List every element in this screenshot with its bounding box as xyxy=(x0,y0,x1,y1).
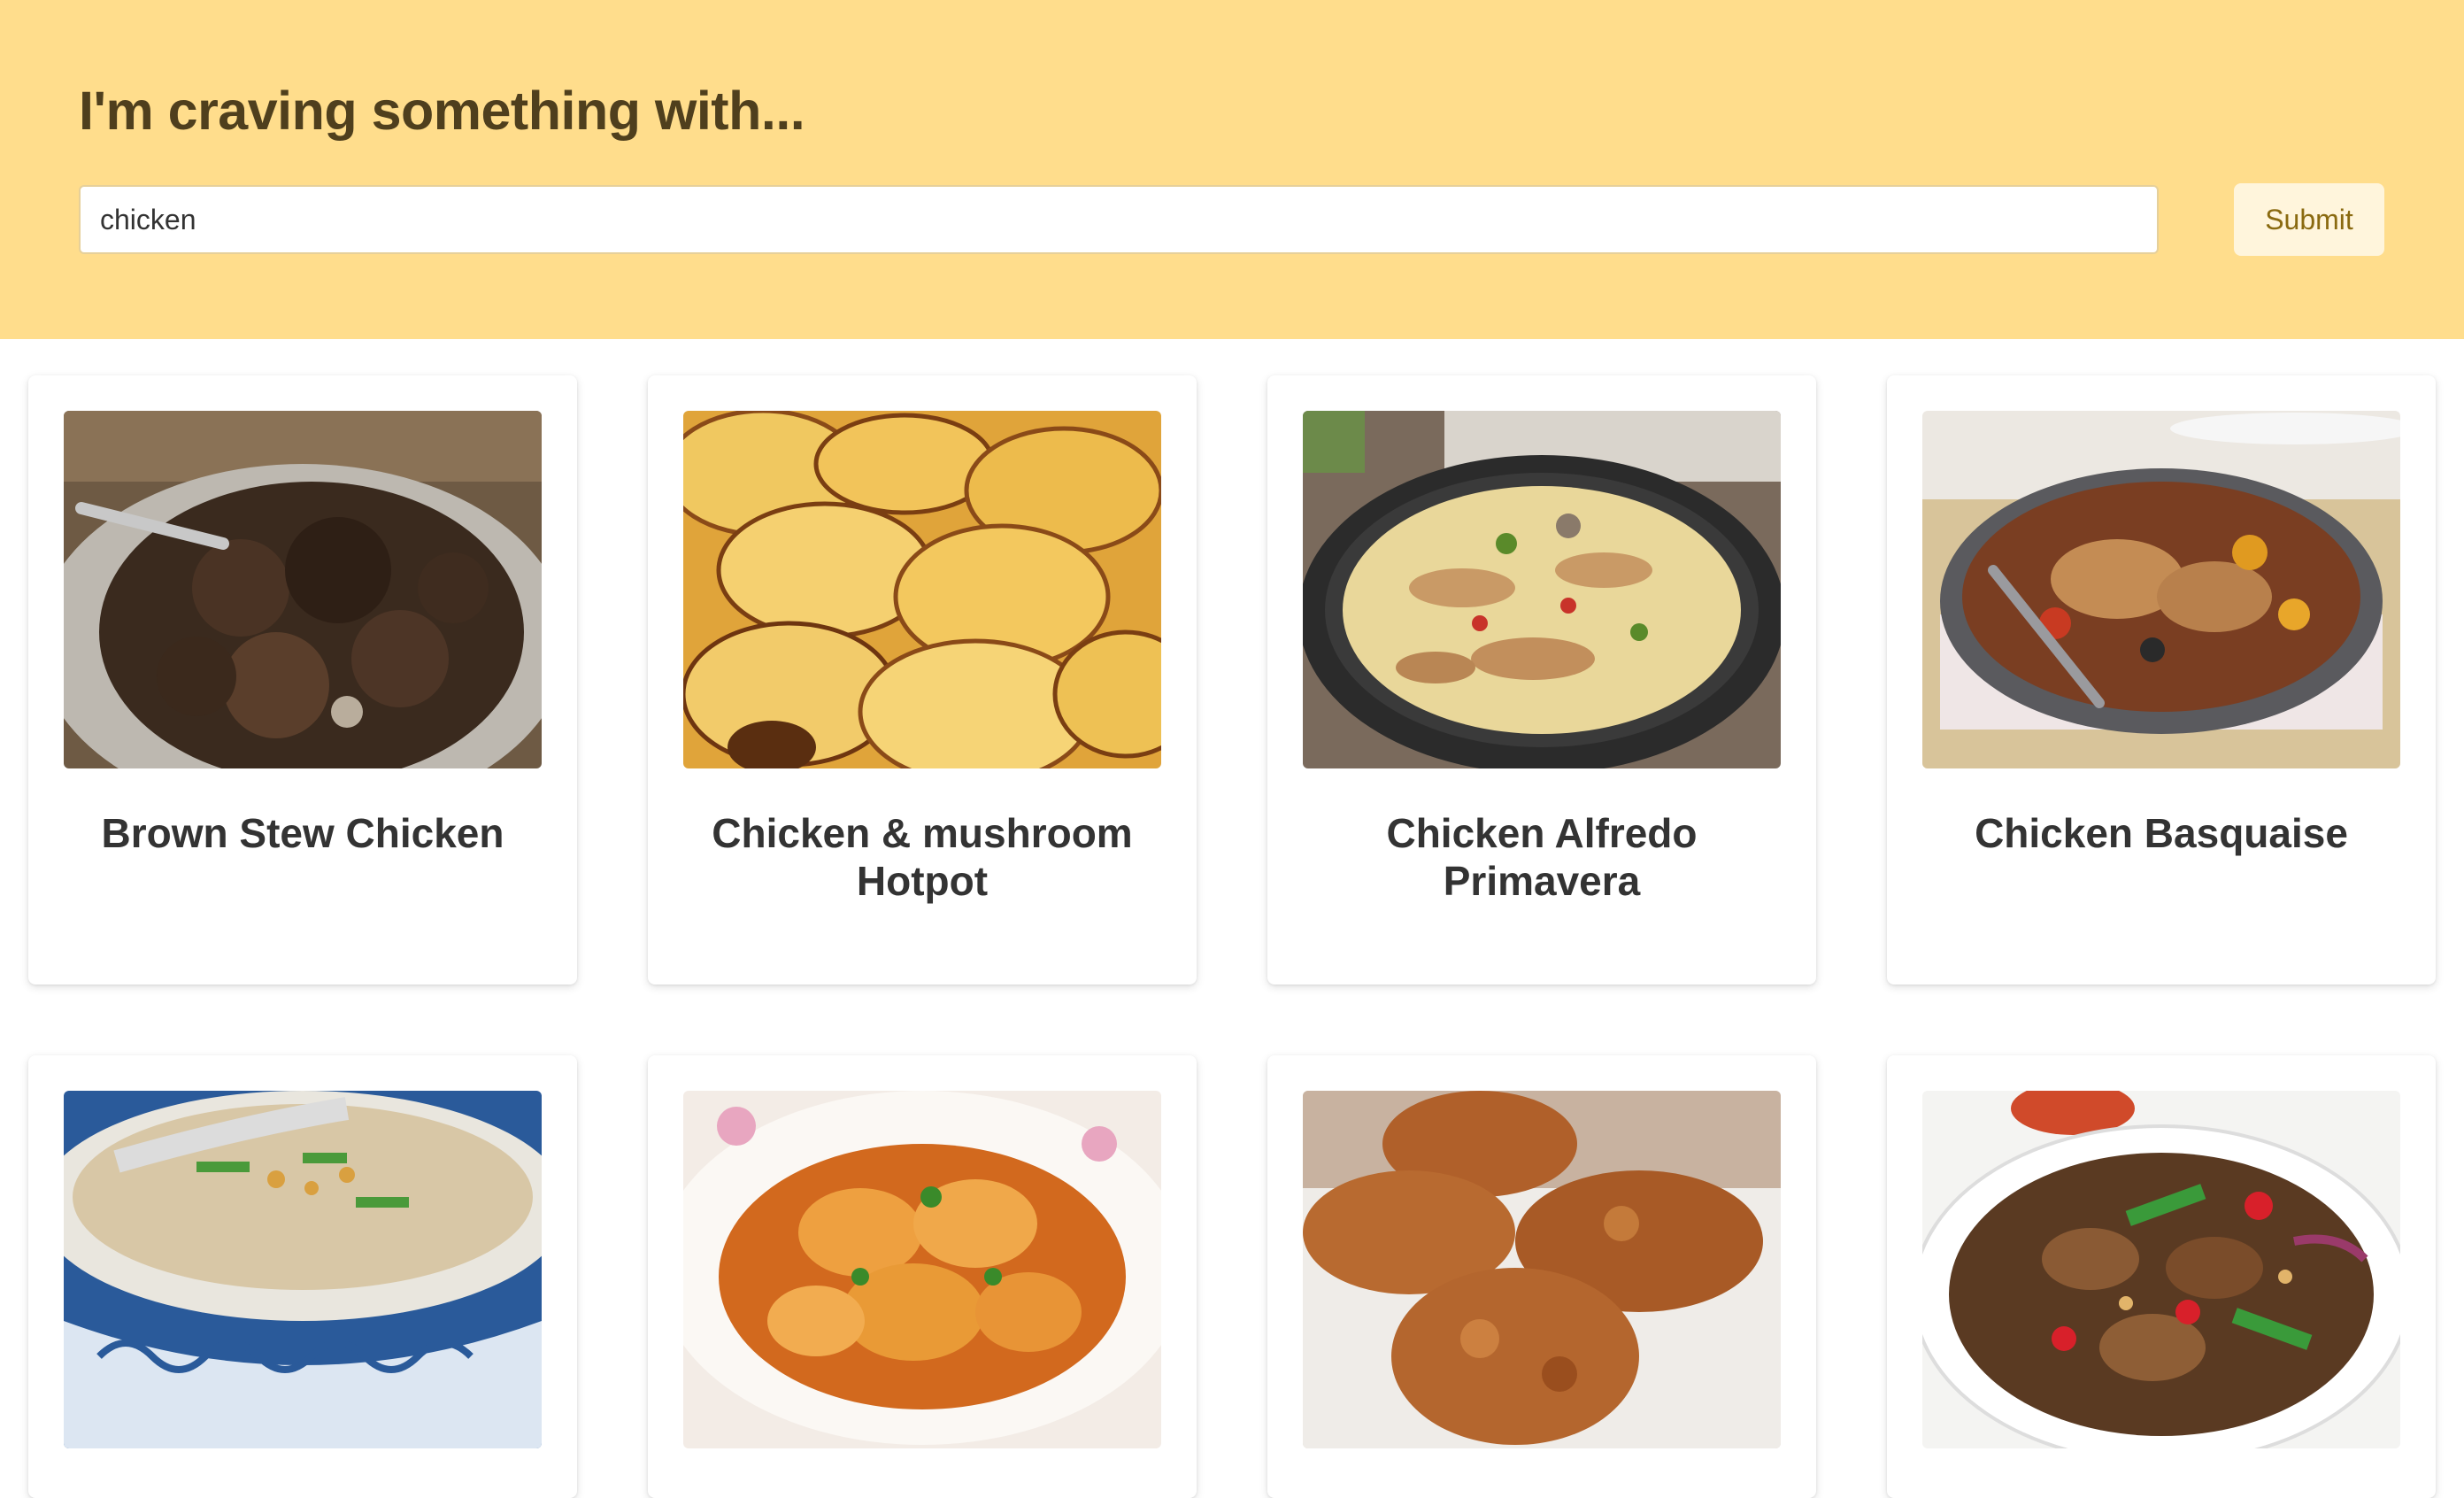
recipe-card[interactable]: Chicken Alfredo Primavera xyxy=(1267,375,1816,985)
recipe-card[interactable] xyxy=(28,1055,577,1498)
recipe-card[interactable] xyxy=(1267,1055,1816,1498)
recipe-title[interactable]: Chicken Alfredo Primavera xyxy=(1303,809,1781,905)
recipe-image[interactable] xyxy=(64,411,542,768)
fried-chicken-photo xyxy=(1303,1091,1781,1448)
recipe-card[interactable]: Chicken Basquaise xyxy=(1887,375,2436,985)
recipe-image[interactable] xyxy=(683,1091,1161,1448)
page-title: I'm craving something with... xyxy=(79,81,805,141)
recipe-image[interactable] xyxy=(64,1091,542,1448)
recipe-image[interactable] xyxy=(1303,1091,1781,1448)
search-header: I'm craving something with... Submit xyxy=(0,0,2464,339)
chicken-mushroom-hotpot-photo xyxy=(683,411,1161,768)
chicken-basquaise-photo xyxy=(1922,411,2400,768)
search-input[interactable] xyxy=(79,185,2159,254)
kung-pao-chicken-photo xyxy=(1922,1091,2400,1448)
recipe-image[interactable] xyxy=(1922,1091,2400,1448)
recipe-title[interactable]: Brown Stew Chicken xyxy=(64,809,542,857)
recipe-image[interactable] xyxy=(683,411,1161,768)
recipe-image[interactable] xyxy=(1922,411,2400,768)
chicken-alfredo-primavera-photo xyxy=(1303,411,1781,768)
recipe-title[interactable]: Chicken Basquaise xyxy=(1922,809,2400,857)
chicken-curry-photo xyxy=(683,1091,1161,1448)
recipe-image[interactable] xyxy=(1303,411,1781,768)
recipe-card[interactable]: Chicken & mushroom Hotpot xyxy=(648,375,1197,985)
recipe-title[interactable]: Chicken & mushroom Hotpot xyxy=(683,809,1161,905)
recipe-card[interactable]: Brown Stew Chicken xyxy=(28,375,577,985)
recipe-card[interactable] xyxy=(648,1055,1197,1498)
submit-button[interactable]: Submit xyxy=(2234,183,2384,256)
brown-stew-chicken-photo xyxy=(64,411,542,768)
chicken-congee-photo xyxy=(64,1091,542,1448)
recipe-card[interactable] xyxy=(1887,1055,2436,1498)
